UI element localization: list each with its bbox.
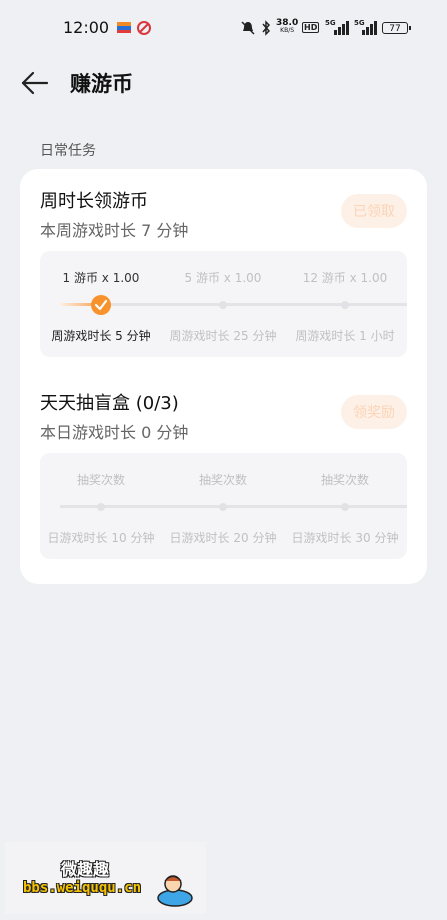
blindbox-task-subtitle: 本日游戏时长 0 分钟 (40, 423, 189, 442)
milestone-reward: 1 游币 x 1.00 (62, 271, 140, 285)
milestone-reward: 5 游币 x 1.00 (184, 271, 262, 285)
clock: 12:00 (63, 18, 110, 37)
blindbox-task-title: 天天抽盲盒 (0/3) (40, 393, 179, 414)
weekly-progress-track: 1 游币 x 1.00 5 游币 x 1.00 12 游币 x 1.00 周游戏… (40, 251, 407, 357)
watermark: 微趣趣 bbs.weiququ.cn (5, 842, 206, 914)
milestone-condition: 日游戏时长 20 分钟 (169, 531, 277, 545)
milestone-condition: 周游戏时长 1 小时 (295, 329, 395, 343)
page-title: 赚游币 (70, 72, 133, 96)
milestone-condition: 日游戏时长 10 分钟 (47, 531, 155, 545)
signal-icon (334, 21, 349, 35)
milestone-dot (341, 301, 349, 309)
milestone-dot (219, 503, 227, 511)
top-bar: 赚游币 (0, 56, 447, 110)
battery-indicator: 77 (382, 22, 411, 34)
milestone-reward: 12 游币 x 1.00 (302, 271, 388, 285)
watermark-url: bbs.weiququ.cn (23, 880, 142, 896)
mascot-icon (157, 875, 193, 907)
signal-icon-2 (362, 21, 377, 35)
weekly-task-title: 周时长领游币 (40, 191, 148, 212)
daily-progress-track: 抽奖次数 抽奖次数 抽奖次数 日游戏时长 10 分钟 日游戏时长 20 分钟 日… (40, 453, 407, 559)
back-arrow-icon[interactable] (20, 68, 50, 98)
app-badge-icon (137, 21, 151, 35)
milestone-reward: 抽奖次数 (320, 473, 369, 487)
milestone-dot (341, 503, 349, 511)
weekly-task-subtitle: 本周游戏时长 7 分钟 (40, 221, 189, 240)
claim-reward-button[interactable]: 领奖励 (341, 395, 407, 429)
milestone-condition: 日游戏时长 30 分钟 (291, 531, 399, 545)
status-bar: 12:00 38.0 KB/S HD 5G 5G 77 (0, 0, 447, 56)
milestone-reward: 抽奖次数 (76, 473, 125, 487)
silent-bell-icon (241, 21, 255, 35)
progress-line (60, 303, 407, 306)
app-notification-icon (117, 22, 131, 33)
milestone-dot (97, 503, 105, 511)
milestone-dot (219, 301, 227, 309)
progress-line (60, 505, 407, 508)
daily-tasks-card: 周时长领游币 本周游戏时长 7 分钟 已领取 1 游币 x 1.00 5 游币 … (20, 169, 427, 584)
milestone-reward: 抽奖次数 (198, 473, 247, 487)
hd-indicator: HD (302, 22, 320, 33)
milestone-condition: 周游戏时长 5 分钟 (51, 329, 151, 343)
section-title: 日常任务 (40, 143, 96, 159)
claimed-button[interactable]: 已领取 (341, 194, 407, 228)
network-speed: 38.0 KB/S (276, 18, 299, 35)
milestone-check-icon (91, 295, 111, 315)
milestone-condition: 周游戏时长 25 分钟 (169, 329, 277, 343)
bluetooth-icon (262, 20, 271, 36)
watermark-name: 微趣趣 (61, 860, 110, 879)
